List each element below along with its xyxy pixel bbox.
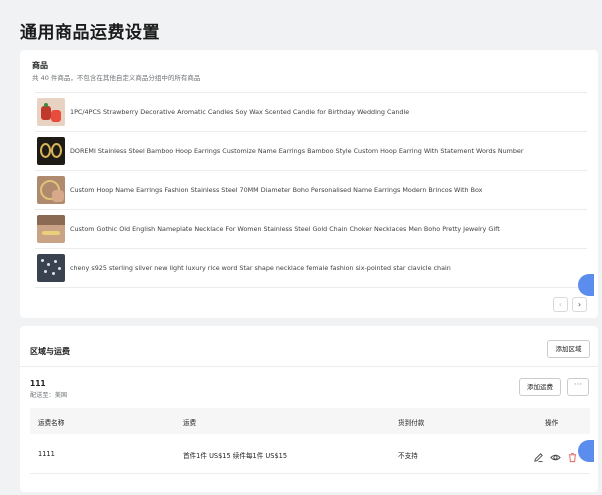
rate-name-cell: 1111 [38, 450, 55, 458]
product-title: cheny s925 sterling silver new light lux… [70, 264, 451, 272]
side-help-bubble[interactable] [578, 274, 594, 296]
zones-card: 区域与运费 添加区域 111 配送至：美国 添加运费 ··· 运费名称 运费 货… [20, 326, 598, 492]
zones-section-title: 区域与运费 [30, 347, 70, 356]
delete-icon[interactable] [567, 448, 578, 463]
product-thumbnail [37, 215, 65, 243]
product-thumbnail [37, 254, 65, 282]
add-rate-button[interactable]: 添加运费 [519, 378, 561, 396]
product-row[interactable]: DOREMI Stainless Steel Bamboo Hoop Earri… [35, 132, 587, 171]
more-actions-button[interactable]: ··· [567, 378, 589, 396]
product-thumbnail [37, 137, 65, 165]
product-row[interactable]: 1PC/4PCS Strawberry Decorative Aromatic … [35, 93, 587, 132]
product-row[interactable]: Custom Gothic Old English Nameplate Neck… [35, 210, 587, 249]
product-thumbnail [37, 98, 65, 126]
cod-cell: 不支持 [398, 452, 418, 460]
product-list: 1PC/4PCS Strawberry Decorative Aromatic … [35, 92, 587, 330]
rate-cell: 首件1件 US$15 续件每1件 US$15 [183, 452, 288, 460]
product-title: Custom Hoop Name Earrings Fashion Stainl… [70, 186, 483, 194]
side-help-bubble[interactable] [578, 440, 594, 462]
view-icon[interactable] [550, 448, 561, 461]
column-header-rate-name: 运费名称 [38, 419, 65, 427]
pagination-next-button[interactable]: › [572, 297, 587, 312]
row-actions [533, 448, 578, 463]
divider [20, 366, 598, 367]
column-header-actions: 操作 [545, 419, 559, 427]
product-row[interactable]: Custom Hoop Name Earrings Fashion Stainl… [35, 171, 587, 210]
product-row[interactable]: cheny s925 sterling silver new light lux… [35, 249, 587, 288]
zone-name: 111 [30, 379, 46, 388]
chevron-left-icon: ‹ [558, 300, 563, 309]
pagination-prev-button[interactable]: ‹ [553, 297, 568, 312]
products-section-title: 商品 [32, 61, 48, 70]
table-row: 1111 首件1件 US$15 续件每1件 US$15 不支持 [30, 434, 590, 474]
rates-table-header: 运费名称 运费 货到付款 操作 [30, 408, 590, 434]
column-header-cod: 货到付款 [398, 419, 425, 427]
product-thumbnail [37, 176, 65, 204]
products-card: 商品 共 40 件商品，不包含在其他自定义商品分组中的所有商品 1PC/4PCS… [20, 50, 598, 318]
edit-icon[interactable] [533, 448, 544, 463]
page-title: 通用商品运费设置 [20, 23, 160, 43]
app-frame: 通用商品运费设置 商品 共 40 件商品，不包含在其他自定义商品分组中的所有商品… [8, 6, 598, 492]
chevron-right-icon: › [577, 300, 582, 309]
column-header-rate: 运费 [183, 419, 197, 427]
products-section-subtitle: 共 40 件商品，不包含在其他自定义商品分组中的所有商品 [32, 74, 201, 82]
product-title: DOREMI Stainless Steel Bamboo Hoop Earri… [70, 147, 524, 155]
product-title: 1PC/4PCS Strawberry Decorative Aromatic … [70, 108, 410, 116]
product-title: Custom Gothic Old English Nameplate Neck… [70, 225, 500, 233]
zone-ship-to: 配送至：美国 [30, 392, 68, 399]
add-zone-button[interactable]: 添加区域 [547, 340, 590, 358]
